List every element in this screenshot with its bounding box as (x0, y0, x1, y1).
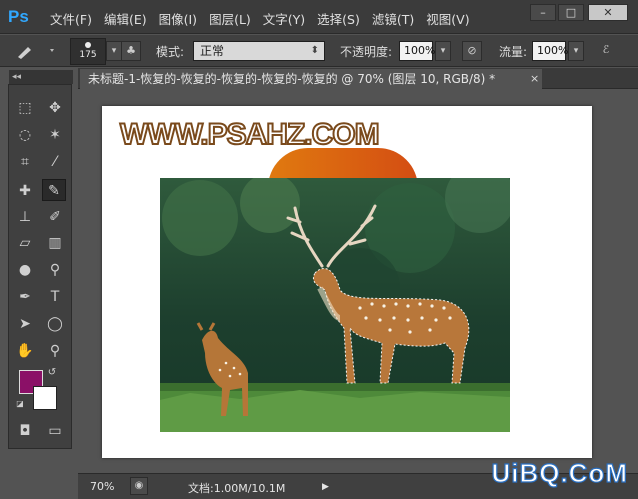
brush-icon (18, 47, 54, 59)
flow-label: 流量: (499, 45, 528, 59)
blur-icon[interactable]: ● (13, 259, 37, 281)
eyedropper-icon[interactable]: ⁄ (43, 151, 67, 173)
updown-arrow-icon: ⬍ (310, 45, 319, 56)
flow-dropdown[interactable]: ▾ (568, 41, 584, 61)
brush-size-value: 175 (79, 50, 97, 60)
mode-select[interactable]: 正常 ⬍ (193, 41, 325, 61)
menu-image[interactable]: 图像(I) (159, 9, 197, 28)
options-bar: 175 ▾ ♣ 模式: 正常 ⬍ 不透明度: 100% ▾ ⊘ 流量: 100%… (0, 35, 638, 67)
corner-logo-watermark: UiBQ.CoM (491, 457, 628, 488)
background-color-swatch[interactable] (33, 386, 57, 410)
menu-file[interactable]: 文件(F) (50, 9, 92, 28)
mode-value: 正常 (200, 44, 225, 58)
dodge-icon[interactable]: ⚲ (43, 259, 67, 281)
rect-marquee-icon[interactable]: ⬚ (13, 97, 37, 119)
gradient-icon[interactable]: ▥ (43, 232, 67, 254)
quick-mask-icon[interactable]: ◘ (13, 420, 37, 442)
mode-label: 模式: (156, 45, 185, 59)
toolbox-collapse[interactable]: ◂◂ (9, 70, 73, 84)
ellipse-icon[interactable]: ◯ (43, 313, 67, 335)
menu-edit[interactable]: 编辑(E) (104, 9, 147, 28)
default-colors-icon[interactable]: ◪ (13, 397, 27, 411)
menu-layer[interactable]: 图层(L) (209, 9, 251, 28)
menu-view[interactable]: 视图(V) (426, 9, 469, 28)
tab-close-icon[interactable]: × (530, 69, 539, 89)
menu-select[interactable]: 选择(S) (317, 9, 360, 28)
crop-icon[interactable]: ⌗ (13, 151, 37, 173)
toolbox: ◂◂ ⬚ ✥ ◌ ✶ ⌗ ⁄ ✚ ✎ ⊥ ✐ ▱ ▥ ● ⚲ ✒ T ➤ ◯ ✋… (8, 70, 73, 449)
status-info-icon[interactable]: ◉ (130, 477, 148, 495)
lasso-icon[interactable]: ◌ (13, 124, 37, 146)
brush-size-dropdown[interactable]: ▾ (106, 41, 122, 61)
brush-tip-icon (85, 42, 91, 48)
path-select-icon[interactable]: ➤ (13, 313, 37, 335)
maximize-button[interactable]: □ (558, 4, 584, 21)
tool-preset-picker[interactable] (14, 41, 58, 61)
pressure-opacity-icon[interactable]: ⊘ (462, 41, 482, 61)
airbrush-icon[interactable]: ℰ (596, 41, 616, 61)
history-brush-icon[interactable]: ✐ (43, 206, 67, 228)
document-title: 未标题-1-恢复的-恢复的-恢复的-恢复的-恢复的 @ 70% (图层 10, … (88, 72, 496, 86)
menu-items: 文件(F) 编辑(E) 图像(I) 图层(L) 文字(Y) 选择(S) 滤镜(T… (50, 9, 482, 28)
clone-stamp-icon[interactable]: ⊥ (13, 206, 37, 228)
document-tabbar: 未标题-1-恢复的-恢复的-恢复的-恢复的-恢复的 @ 70% (图层 10, … (78, 68, 638, 89)
document-size: 文档:1.00M/10.1M (188, 482, 286, 495)
document-tab[interactable]: 未标题-1-恢复的-恢复的-恢复的-恢复的-恢复的 @ 70% (图层 10, … (80, 69, 542, 89)
photoshop-logo: Ps (8, 7, 29, 26)
deer-photo (160, 178, 510, 432)
flow-field[interactable]: 100% (532, 41, 568, 61)
screen-mode-icon[interactable]: ▭ (43, 420, 67, 442)
pen-icon[interactable]: ✒ (13, 286, 37, 308)
document-canvas[interactable]: WWW.PSAHZ.COM (102, 106, 592, 458)
zoom-icon[interactable]: ⚲ (43, 340, 67, 362)
status-menu-arrow-icon[interactable]: ▶ (322, 482, 329, 492)
opacity-field[interactable]: 100% (399, 41, 435, 61)
healing-brush-icon[interactable]: ✚ (13, 180, 37, 202)
magic-wand-icon[interactable]: ✶ (43, 124, 67, 146)
move-icon[interactable]: ✥ (43, 97, 67, 119)
eraser-icon[interactable]: ▱ (13, 232, 37, 254)
menu-filter[interactable]: 滤镜(T) (372, 9, 414, 28)
brush-size-picker[interactable]: 175 (70, 38, 106, 65)
brush-panel-icon[interactable]: ♣ (121, 41, 141, 61)
hand-icon[interactable]: ✋ (13, 340, 37, 362)
brush-tool-icon[interactable]: ✎ (42, 179, 66, 201)
menu-bar: Ps 文件(F) 编辑(E) 图像(I) 图层(L) 文字(Y) 选择(S) 滤… (0, 0, 638, 34)
zoom-level[interactable]: 70% (90, 480, 114, 493)
canvas-area[interactable]: WWW.PSAHZ.COM (78, 90, 638, 472)
opacity-label: 不透明度: (340, 45, 393, 59)
close-button[interactable]: ✕ (588, 4, 628, 21)
opacity-dropdown[interactable]: ▾ (435, 41, 451, 61)
watermark-text: WWW.PSAHZ.COM (119, 117, 381, 152)
minimize-button[interactable]: – (530, 4, 556, 21)
type-icon[interactable]: T (43, 286, 67, 308)
swap-colors-icon[interactable]: ↺ (45, 366, 59, 380)
menu-type[interactable]: 文字(Y) (263, 9, 305, 28)
